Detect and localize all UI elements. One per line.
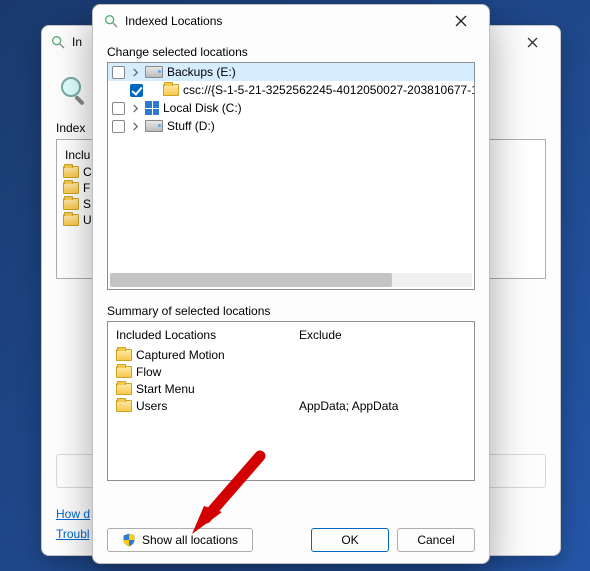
- indexed-locations-dialog: Indexed Locations Change selected locati…: [92, 4, 490, 564]
- folder-icon: [63, 182, 79, 194]
- parent-links: How d Troubl: [56, 501, 90, 541]
- scrollbar-thumb[interactable]: [110, 273, 392, 287]
- tree-horizontal-scrollbar[interactable]: [110, 273, 472, 287]
- exclude-row: [299, 346, 466, 363]
- tree-row[interactable]: Local Disk (C:): [108, 99, 475, 117]
- close-button[interactable]: [443, 8, 479, 34]
- magnifier-icon: [58, 74, 90, 106]
- drive-icon: [145, 66, 163, 78]
- show-all-locations-button[interactable]: Show all locations: [107, 528, 253, 552]
- parent-close-button[interactable]: [512, 28, 552, 56]
- ok-button[interactable]: OK: [311, 528, 389, 552]
- exclude-row: AppData; AppData: [299, 397, 466, 414]
- summary-label: Summary of selected locations: [107, 304, 475, 318]
- folder-icon: [116, 383, 132, 395]
- tree-checkbox[interactable]: [112, 66, 125, 79]
- exclude-row: [299, 363, 466, 380]
- tree-label: Backups (E:): [167, 65, 236, 79]
- parent-title: In: [72, 35, 82, 49]
- tree-row[interactable]: Backups (E:): [108, 63, 475, 81]
- included-row: Flow: [116, 363, 283, 380]
- dialog-titlebar: Indexed Locations: [93, 5, 489, 37]
- windows-drive-icon: [145, 101, 159, 115]
- included-row: Captured Motion: [116, 346, 283, 363]
- included-row: Start Menu: [116, 380, 283, 397]
- folder-icon: [163, 84, 179, 96]
- expand-icon[interactable]: [129, 120, 141, 132]
- tree-label: Local Disk (C:): [163, 101, 242, 115]
- search-options-icon: [103, 13, 119, 29]
- exclude-row: [299, 380, 466, 397]
- drive-icon: [145, 120, 163, 132]
- show-all-locations-label: Show all locations: [142, 533, 238, 547]
- expand-icon[interactable]: [129, 66, 141, 78]
- folder-icon: [116, 349, 132, 361]
- cancel-button[interactable]: Cancel: [397, 528, 475, 552]
- exclude-header: Exclude: [299, 328, 466, 342]
- close-icon: [455, 15, 467, 27]
- change-locations-label: Change selected locations: [107, 45, 475, 59]
- included-column: Included Locations Captured MotionFlowSt…: [108, 322, 291, 480]
- uac-shield-icon: [122, 533, 136, 547]
- folder-icon: [116, 366, 132, 378]
- tree-label: Stuff (D:): [167, 119, 215, 133]
- summary-box: Included Locations Captured MotionFlowSt…: [107, 321, 475, 481]
- folder-icon: [63, 166, 79, 178]
- expand-spacer: [147, 84, 159, 96]
- folder-icon: [63, 198, 79, 210]
- dialog-title: Indexed Locations: [125, 14, 222, 28]
- included-row: Users: [116, 397, 283, 414]
- tree-row[interactable]: Stuff (D:): [108, 117, 475, 135]
- tree-checkbox[interactable]: [130, 84, 143, 97]
- dialog-footer: Show all locations OK Cancel: [93, 517, 489, 563]
- folder-icon: [63, 214, 79, 226]
- included-header: Included Locations: [116, 328, 283, 342]
- folder-icon: [116, 400, 132, 412]
- exclude-column: Exclude AppData; AppData: [291, 322, 474, 480]
- close-icon: [527, 37, 538, 48]
- search-options-icon: [50, 34, 66, 50]
- parent-link-2[interactable]: Troubl: [56, 527, 90, 541]
- tree-checkbox[interactable]: [112, 102, 125, 115]
- expand-icon[interactable]: [129, 102, 141, 114]
- tree-label: csc://{S-1-5-21-3252562245-4012050027-20…: [183, 83, 475, 97]
- parent-link-1[interactable]: How d: [56, 507, 90, 521]
- tree-row[interactable]: csc://{S-1-5-21-3252562245-4012050027-20…: [108, 81, 475, 99]
- locations-tree[interactable]: Backups (E:) csc://{S-1-5-21-3252562245-4…: [107, 62, 475, 290]
- tree-checkbox[interactable]: [112, 120, 125, 133]
